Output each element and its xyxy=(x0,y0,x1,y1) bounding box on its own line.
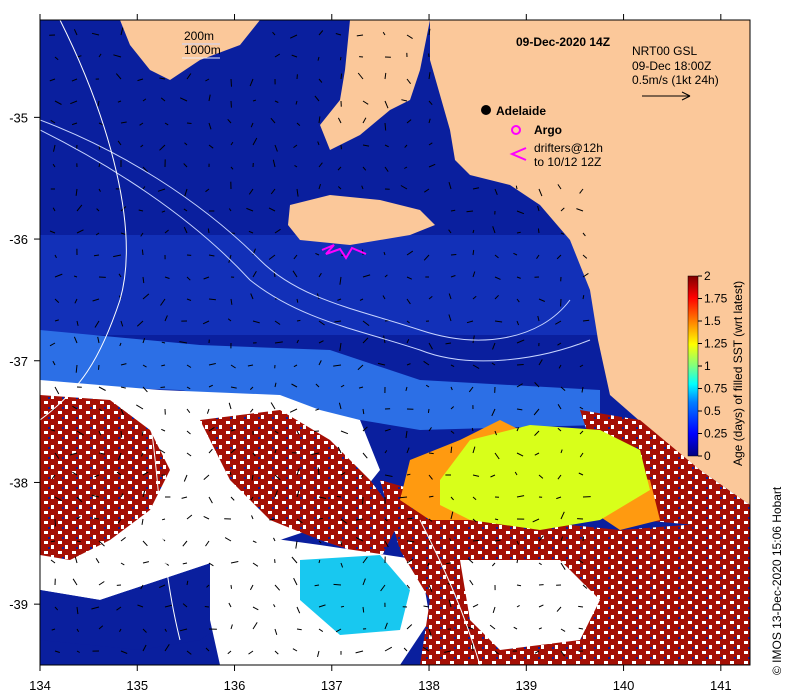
current-vector xyxy=(93,254,100,257)
current-vector xyxy=(399,496,408,499)
current-vector xyxy=(76,540,81,543)
current-vector xyxy=(472,539,480,542)
current-vector xyxy=(516,231,521,234)
current-vector xyxy=(450,254,457,256)
adelaide-marker xyxy=(481,105,491,115)
current-vector xyxy=(296,628,302,631)
colorbar xyxy=(687,275,699,457)
x-tick-label: 135 xyxy=(126,678,148,693)
current-vector xyxy=(208,298,216,301)
current-vector xyxy=(406,517,413,520)
current-vector xyxy=(516,364,524,366)
current-vector xyxy=(516,559,519,564)
y-tick-label: -38 xyxy=(9,475,28,490)
colorbar-tick-label: 0 xyxy=(704,449,711,463)
current-vector xyxy=(339,56,342,61)
scale-text: 0.5m/s (1kt 24h) xyxy=(632,73,719,87)
adelaide-label: Adelaide xyxy=(496,104,546,118)
y-tick-label: -36 xyxy=(9,232,28,247)
map-title: 09-Dec-2020 14Z xyxy=(516,35,610,49)
argo-label: Argo xyxy=(534,123,562,137)
current-vector xyxy=(54,518,56,527)
product-time: 09-Dec 18:00Z xyxy=(632,59,711,73)
drifter-label-1: drifters@12h xyxy=(534,141,603,155)
x-tick-label: 136 xyxy=(224,678,246,693)
current-vector xyxy=(471,427,474,432)
current-vector xyxy=(450,446,453,454)
current-vector xyxy=(98,364,100,370)
x-tick-label: 138 xyxy=(418,678,440,693)
x-tick-label: 137 xyxy=(321,678,343,693)
contour-label-200m: 200m xyxy=(184,29,214,43)
current-vector xyxy=(428,452,434,455)
credit-label: © IMOS 13-Dec-2020 15:06 Hobart xyxy=(770,486,784,675)
current-vector xyxy=(427,408,430,413)
current-vector xyxy=(472,249,475,256)
colorbar-label: Age (days) of filled SST (wrt latest) xyxy=(731,281,745,466)
current-vector xyxy=(296,319,301,322)
x-tick-label: 140 xyxy=(613,678,635,693)
colorbar-tick-label: 0.75 xyxy=(704,382,728,396)
current-vector xyxy=(230,584,232,589)
current-vector xyxy=(340,73,343,80)
y-tick-label: -35 xyxy=(9,110,28,125)
colorbar-tick-label: 1.25 xyxy=(704,337,728,351)
current-vector xyxy=(318,517,323,520)
x-tick-label: 139 xyxy=(515,678,537,693)
current-vector xyxy=(120,430,123,438)
product-name: NRT00 GSL xyxy=(632,44,697,58)
current-vector xyxy=(141,249,144,256)
y-tick-label: -37 xyxy=(9,354,28,369)
current-vector xyxy=(446,562,452,565)
current-vector xyxy=(362,606,365,613)
x-tick-label: 134 xyxy=(29,678,51,693)
colorbar-tick-label: 1.5 xyxy=(704,314,721,328)
current-vector xyxy=(186,122,192,124)
colorbar-tick-label: 1 xyxy=(704,359,711,373)
drifter-label-2: to 10/12 12Z xyxy=(534,155,601,169)
contour-label-1000m: 1000m xyxy=(184,43,221,57)
current-vector xyxy=(336,495,342,498)
current-vector xyxy=(333,583,342,586)
sst-age-map: 134 135 136 137 138 139 140 141 -35 -36 -37 -38 -39… xyxy=(9,14,784,693)
current-vector xyxy=(340,605,345,608)
current-vector xyxy=(204,606,210,608)
colorbar-tick-label: 1.75 xyxy=(704,292,728,306)
current-vector xyxy=(494,539,501,542)
colorbar-tick-label: 2 xyxy=(704,269,711,283)
current-vector xyxy=(230,78,232,87)
y-tick-label: -39 xyxy=(9,597,28,612)
current-vector xyxy=(160,386,166,388)
current-vector xyxy=(494,518,499,521)
x-tick-label: 141 xyxy=(710,678,732,693)
current-vector xyxy=(384,122,387,131)
current-vector xyxy=(207,228,210,234)
current-vector xyxy=(582,536,585,542)
ocean-band-mid xyxy=(40,235,600,335)
current-vector xyxy=(537,228,540,234)
current-vector xyxy=(515,185,518,190)
current-vector xyxy=(578,605,584,608)
colorbar-tick-label: 0.25 xyxy=(704,427,728,441)
colorbar-tick-label: 0.5 xyxy=(704,404,721,418)
